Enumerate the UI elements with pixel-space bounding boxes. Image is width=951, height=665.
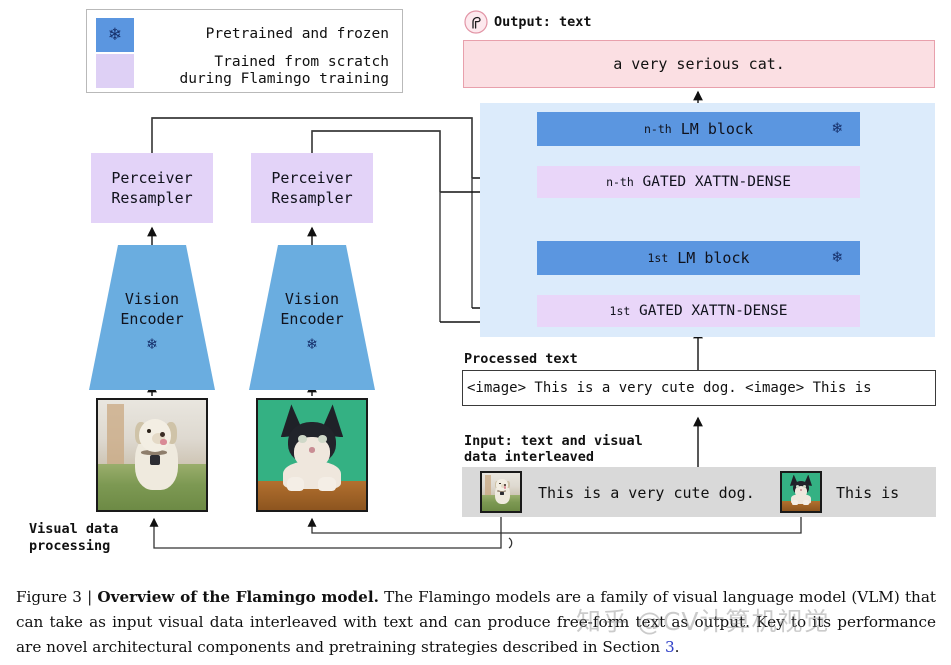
visual-data-processing-label: Visual data processing <box>29 521 119 554</box>
dog-photo-large <box>96 398 208 512</box>
lm-block-1: 1st LM block ❄ <box>537 241 860 275</box>
cat-photo-small <box>780 471 822 513</box>
legend-box: ❄ Pretrained and frozen Trained from scr… <box>86 9 403 93</box>
xattn-1-label: GATED XATTN-DENSE <box>639 303 788 319</box>
figure-caption: Figure 3 | Overview of the Flamingo mode… <box>16 585 936 660</box>
caption-title: Overview of the Flamingo model. <box>97 588 379 606</box>
vision-encoder-label-wrap-2: Vision Encoder ❄ <box>249 245 375 390</box>
cat-photo-large <box>256 398 368 512</box>
legend-label-frozen: Pretrained and frozen <box>205 26 389 42</box>
snowflake-icon: ❄ <box>307 334 317 353</box>
caption-body-end: . <box>674 638 680 656</box>
xattn-n-prefix: n-th <box>606 175 634 189</box>
caption-section-ref[interactable]: 3 <box>665 638 675 656</box>
vision-encoder-label-wrap-1: Vision Encoder ❄ <box>89 245 215 390</box>
gated-xattn-dense-n: n-th GATED XATTN-DENSE <box>537 166 860 198</box>
input-text-2: This is <box>836 484 900 502</box>
dog-photo-small <box>480 471 522 513</box>
lm-block-n: n-th LM block ❄ <box>537 112 860 146</box>
perceiver-resampler-2: Perceiver Resampler <box>251 153 373 223</box>
lm-block-n-prefix: n-th <box>644 122 672 136</box>
vision-encoder-label-2: Vision Encoder <box>280 290 344 328</box>
dog-image <box>482 473 520 511</box>
snowflake-icon: ❄ <box>147 334 157 353</box>
legend-swatch-trained <box>96 54 134 88</box>
xattn-n-label: GATED XATTN-DENSE <box>642 174 791 190</box>
legend-item-frozen: ❄ Pretrained and frozen <box>96 18 389 52</box>
xattn-1-prefix: 1st <box>609 304 631 318</box>
output-label: Output: text <box>494 14 592 30</box>
vision-encoder-1: Vision Encoder ❄ <box>89 245 215 390</box>
gated-xattn-dense-1: 1st GATED XATTN-DENSE <box>537 295 860 327</box>
processed-text-label: Processed text <box>464 351 578 367</box>
caption-figure-number: Figure 3 | <box>16 588 98 606</box>
snowflake-icon: ❄ <box>107 24 123 45</box>
output-header: Output: text <box>464 10 592 34</box>
perceiver-resampler-1: Perceiver Resampler <box>91 153 213 223</box>
lm-block-1-prefix: 1st <box>647 251 669 265</box>
lm-block-1-label: LM block <box>677 249 750 267</box>
cat-image <box>782 473 820 511</box>
output-text-box: a very serious cat. <box>463 40 935 88</box>
lm-block-n-label: LM block <box>680 120 753 138</box>
snowflake-icon: ❄ <box>832 247 842 266</box>
input-label: Input: text and visual data interleaved <box>464 433 643 465</box>
flamingo-icon <box>464 10 488 34</box>
dog-image <box>98 400 206 510</box>
figure-canvas: ❄ Pretrained and frozen Trained from scr… <box>0 0 951 580</box>
snowflake-icon: ❄ <box>832 118 842 137</box>
vision-encoder-label-1: Vision Encoder <box>120 290 184 328</box>
legend-swatch-frozen: ❄ <box>96 18 134 52</box>
legend-label-trained: Trained from scratch during Flamingo tra… <box>179 54 389 87</box>
vision-encoder-2: Vision Encoder ❄ <box>249 245 375 390</box>
processed-text-box: <image> This is a very cute dog. <image>… <box>462 370 936 406</box>
legend-item-trained: Trained from scratch during Flamingo tra… <box>96 54 389 88</box>
input-text-1: This is a very cute dog. <box>538 484 755 502</box>
cat-image <box>258 400 366 510</box>
